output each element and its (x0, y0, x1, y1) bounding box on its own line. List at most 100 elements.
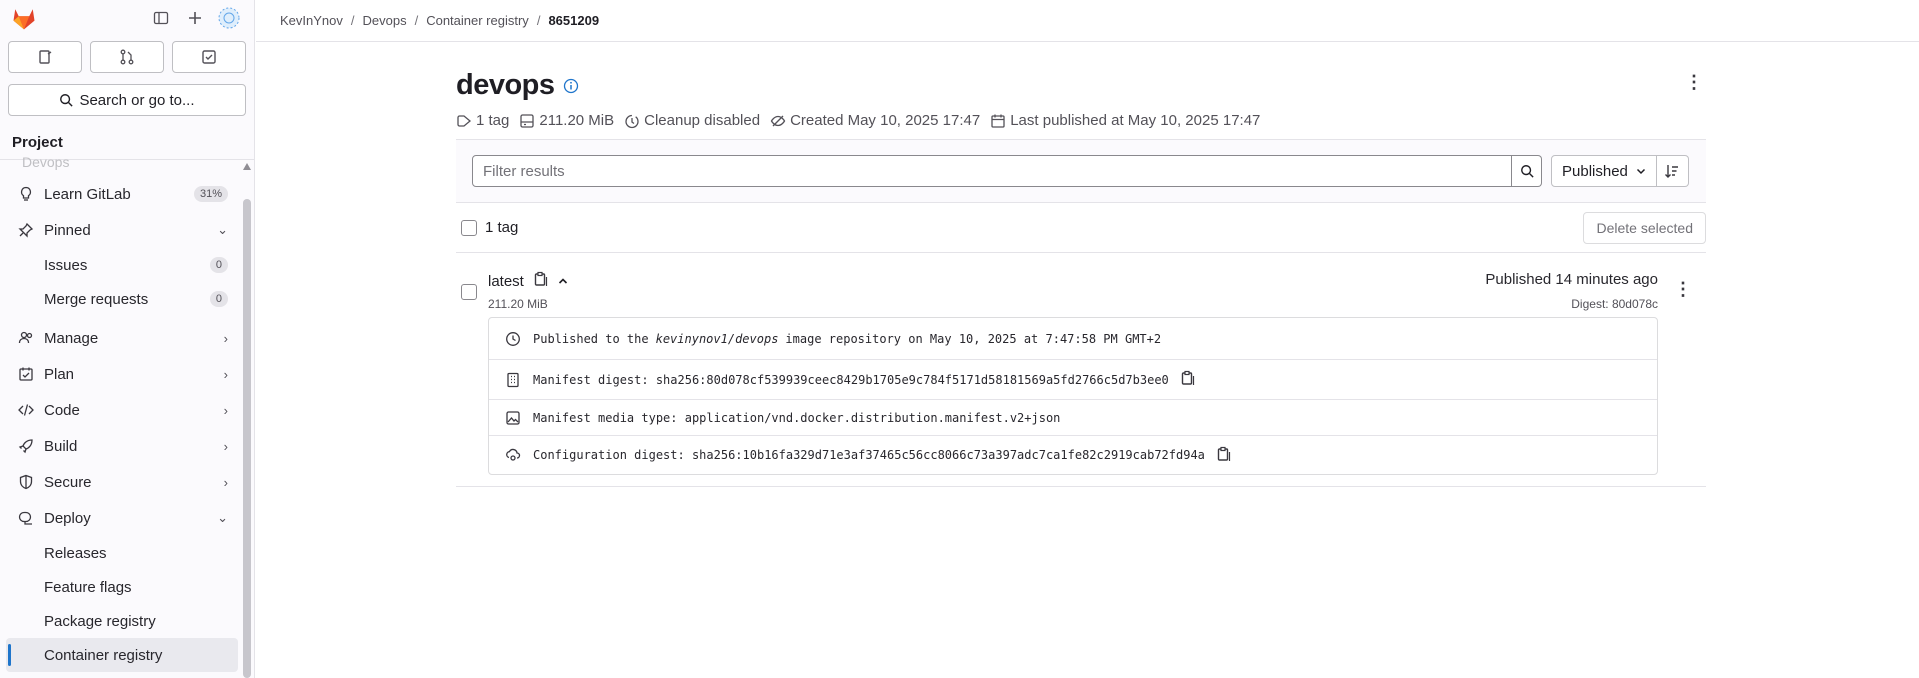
tag-checkbox[interactable] (461, 284, 477, 300)
clock-icon (506, 331, 520, 346)
sidebar-item-plan[interactable]: Plan › (0, 356, 244, 392)
detail-manifest-digest-text: Manifest digest: sha256:80d078cf539939ce… (533, 372, 1169, 387)
code-icon (16, 402, 36, 418)
sidebar-subitem-label: Feature flags (44, 578, 132, 596)
sidebar-subitem-feature-flags[interactable]: Feature flags (0, 570, 244, 604)
merge-requests-shortcut-button[interactable] (90, 41, 164, 73)
scrollbar-thumb[interactable] (243, 199, 251, 678)
tag-actions-kebab-icon[interactable]: ⋮ (1674, 279, 1692, 300)
sidebar-item-learn-gitlab[interactable]: Learn GitLab 31% (0, 176, 244, 212)
sidebar-scrollbar[interactable] (243, 163, 251, 678)
sidebar-item-manage[interactable]: Manage › (0, 320, 244, 356)
sidebar-top (0, 0, 254, 36)
sidebar-item-deploy[interactable]: Deploy ⌄ (0, 500, 244, 536)
copy-tag-icon[interactable] (534, 271, 548, 291)
search-icon (60, 94, 74, 107)
chevron-up-icon[interactable] (558, 273, 568, 290)
search-label: Search or go to... (79, 91, 195, 109)
meta-cleanup-label: Cleanup disabled (644, 112, 761, 129)
detail-media-type: Manifest media type: application/vnd.doc… (489, 400, 1657, 436)
sidebar-item-code[interactable]: Code › (0, 392, 244, 428)
delete-selected-button[interactable]: Delete selected (1583, 211, 1706, 244)
meta-created: Created May 10, 2025 17:47 (770, 112, 980, 129)
sidebar-subitem-label: Container registry (44, 646, 163, 664)
tags-list-header: 1 tag Delete selected (456, 203, 1706, 253)
page-actions-kebab-icon[interactable]: ⋮ (1682, 72, 1706, 93)
sidebar-item-build[interactable]: Build › (0, 428, 244, 464)
meta-created-label: Created May 10, 2025 17:47 (790, 112, 981, 129)
calendar-icon (991, 114, 1005, 128)
media-icon (506, 410, 520, 425)
sidebar-shortcuts (0, 36, 254, 78)
count-badge: 0 (209, 257, 228, 273)
deployments-icon (16, 510, 36, 526)
users-icon (16, 330, 36, 346)
chevron-down-icon: ⌄ (217, 510, 228, 525)
sidebar-item-pinned[interactable]: Pinned ⌄ (0, 212, 244, 248)
tags-count-label: 1 tag (485, 219, 519, 236)
count-badge: 0 (209, 291, 228, 307)
sidebar-item-secure[interactable]: Secure › (0, 464, 244, 500)
disk-icon (520, 113, 535, 128)
sidebar-subitem-merge-requests[interactable]: Merge requests 0 (0, 282, 244, 316)
sidebar: Search or go to... Project Devops Learn … (0, 0, 255, 678)
tag-published-time: Published 14 minutes ago (1485, 271, 1658, 288)
info-icon[interactable] (563, 78, 579, 99)
sidebar-item-label: Secure (44, 473, 92, 491)
shield-icon (16, 474, 36, 490)
tag-digest: Digest: 80d078c (1571, 297, 1658, 311)
chevron-down-icon: ⌄ (217, 222, 228, 237)
select-all-checkbox[interactable] (461, 219, 477, 236)
chevron-right-icon: › (223, 330, 228, 346)
progress-badge: 31% (193, 186, 228, 202)
issues-shortcut-button[interactable] (8, 41, 82, 73)
sort-dropdown[interactable]: Published (1551, 155, 1657, 187)
sidebar-subitem-container-registry[interactable]: Container registry (6, 638, 238, 672)
sidebar-item-label: Manage (44, 329, 99, 347)
sidebar-subitem-label: Merge requests (44, 290, 149, 308)
sidebar-nav: Learn GitLab 31% Pinned ⌄ Issues 0 Merge… (0, 160, 244, 678)
cloud-gear-icon (506, 448, 521, 461)
detail-published: Published to the kevinynov1/devops image… (489, 318, 1657, 360)
copy-config-digest-icon[interactable] (1217, 446, 1231, 465)
breadcrumb-link[interactable]: KevInYnov (280, 13, 343, 28)
chevron-right-icon: › (223, 366, 228, 382)
chevron-down-icon (1636, 168, 1645, 175)
image-metadata: 1 tag 211.20 MiB Cleanup disabled Create… (456, 112, 1706, 129)
sidebar-subitem-issues[interactable]: Issues 0 (0, 248, 244, 282)
todo-shortcut-button[interactable] (172, 41, 246, 73)
detail-media-type-text: Manifest media type: application/vnd.doc… (533, 410, 1061, 425)
sidebar-item-label: Deploy (44, 509, 91, 527)
tag-details-panel: Published to the kevinynov1/devops image… (488, 317, 1658, 475)
bulb-icon (16, 186, 36, 202)
search-button[interactable]: Search or go to... (8, 84, 246, 116)
sort-dropdown-label: Published (1562, 162, 1628, 180)
filter-search-button[interactable] (1512, 155, 1542, 187)
tag-icon (457, 114, 472, 127)
sort-direction-button[interactable] (1656, 155, 1689, 187)
create-new-icon[interactable] (180, 3, 210, 33)
thumbtack-icon (16, 222, 36, 238)
sidebar-subitem-releases[interactable]: Releases (0, 536, 244, 570)
eye-slash-icon (770, 115, 786, 126)
detail-config-digest: Configuration digest: sha256:10b16fa329d… (489, 436, 1657, 474)
sidebar-subitem-label: Issues (44, 256, 88, 274)
scroll-up-arrow-icon[interactable] (243, 163, 251, 170)
breadcrumb: KevInYnov / Devops / Container registry … (256, 0, 1919, 42)
avatar[interactable] (214, 3, 244, 33)
sidebar-item-label: Plan (44, 365, 75, 383)
detail-published-suffix: image repository on May 10, 2025 at 7:47… (785, 331, 1162, 346)
gitlab-logo-icon[interactable] (10, 4, 38, 32)
main-content: devops ⋮ 1 tag 211.20 MiB Cleanup disabl… (456, 42, 1706, 487)
breadcrumb-current[interactable]: 8651209 (548, 13, 599, 28)
breadcrumb-link[interactable]: Devops (363, 13, 407, 28)
planning-icon (16, 366, 36, 382)
copy-manifest-digest-icon[interactable] (1181, 370, 1195, 389)
breadcrumb-link[interactable]: Container registry (426, 13, 529, 28)
filter-input[interactable]: Filter results (472, 155, 1512, 187)
todo-icon (202, 50, 216, 64)
meta-published-label: Last published at May 10, 2025 17:47 (1010, 112, 1261, 129)
sidebar-subitem-package-registry[interactable]: Package registry (0, 604, 244, 638)
sidebar-item-label: Build (44, 437, 78, 455)
toggle-sidebar-icon[interactable] (146, 3, 176, 33)
